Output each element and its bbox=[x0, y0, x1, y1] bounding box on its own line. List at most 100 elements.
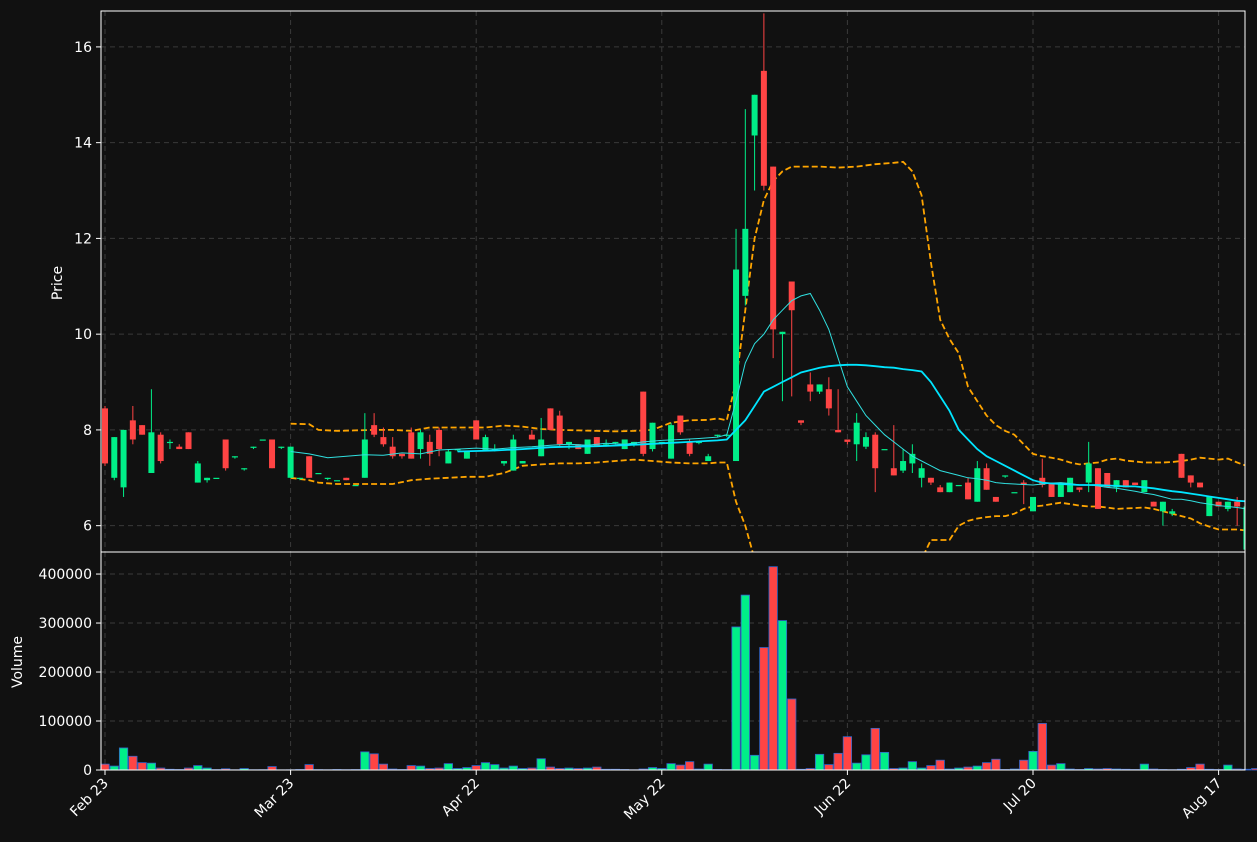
candle-body bbox=[129, 420, 136, 440]
candle-body bbox=[983, 468, 990, 490]
candle-body bbox=[798, 420, 804, 423]
volume-bar bbox=[146, 762, 156, 771]
volume-bar bbox=[833, 752, 843, 771]
candle-body bbox=[881, 449, 888, 451]
candle-body bbox=[482, 437, 489, 452]
candle-body bbox=[250, 446, 257, 448]
volume-bar bbox=[907, 761, 917, 771]
volume-y-tick-label: 200000 bbox=[39, 665, 92, 681]
volume-bar bbox=[1056, 763, 1066, 771]
volume-bar bbox=[731, 626, 741, 771]
candle-body bbox=[788, 281, 795, 311]
candle-body bbox=[965, 482, 972, 500]
candle-body bbox=[204, 477, 211, 481]
candle-body bbox=[1085, 463, 1092, 483]
volume-bar bbox=[824, 764, 834, 771]
candle-body bbox=[510, 439, 517, 471]
candle-body bbox=[231, 456, 238, 458]
candle-body bbox=[955, 484, 962, 487]
candle-body bbox=[714, 434, 721, 436]
candle-body bbox=[361, 439, 368, 478]
candle-body bbox=[918, 468, 925, 478]
volume-bar bbox=[304, 764, 314, 771]
candle-body bbox=[927, 477, 934, 483]
volume-y-tick-label: 300000 bbox=[39, 616, 92, 632]
volume-bar bbox=[1046, 764, 1057, 771]
candle-body bbox=[751, 94, 758, 136]
candle-body bbox=[779, 331, 786, 335]
volume-bar bbox=[369, 753, 379, 771]
candle-body bbox=[352, 484, 359, 487]
candle-body bbox=[1178, 453, 1185, 478]
volume-bar bbox=[1223, 764, 1233, 771]
candle-body bbox=[111, 437, 118, 478]
volume-bar bbox=[777, 620, 788, 771]
candle-body bbox=[807, 384, 814, 392]
volume-bar bbox=[118, 747, 129, 771]
candle-body bbox=[408, 432, 415, 459]
candle-body bbox=[324, 477, 331, 479]
candle-body bbox=[890, 468, 897, 476]
volume-bar bbox=[378, 763, 389, 771]
volume-bar bbox=[1251, 768, 1257, 771]
candle-body bbox=[862, 437, 869, 447]
price-y-tick-label: 8 bbox=[83, 423, 92, 439]
candle-body bbox=[334, 480, 340, 482]
price-y-tick-label: 14 bbox=[74, 136, 92, 152]
candle-body bbox=[473, 420, 480, 440]
candle-body bbox=[306, 456, 313, 478]
candle-body bbox=[120, 429, 127, 488]
volume-bar bbox=[1139, 763, 1149, 771]
candle-body bbox=[825, 389, 832, 409]
candle-body bbox=[992, 496, 999, 502]
volume-bar bbox=[109, 765, 119, 771]
price-y-tick-label: 10 bbox=[74, 327, 92, 343]
candle-body bbox=[677, 415, 684, 433]
candle-body bbox=[872, 434, 879, 469]
volume-y-tick-label: 0 bbox=[83, 763, 92, 779]
candle-body bbox=[185, 432, 192, 450]
volume-bar bbox=[480, 762, 491, 771]
volume-bar bbox=[879, 751, 890, 771]
volume-bar bbox=[935, 759, 945, 771]
candle-body bbox=[296, 477, 303, 479]
volume-bar bbox=[360, 751, 370, 771]
volume-bar bbox=[814, 753, 825, 771]
volume-bar bbox=[137, 762, 147, 771]
candle-body bbox=[371, 425, 378, 435]
candle-body bbox=[686, 441, 693, 454]
candle-body bbox=[1141, 480, 1148, 493]
candle-body bbox=[157, 434, 164, 462]
volume-axis-label: Volume bbox=[10, 636, 26, 688]
candle-body bbox=[463, 451, 470, 459]
candle-body bbox=[937, 487, 944, 493]
candle-body bbox=[501, 461, 508, 464]
candle-body bbox=[380, 437, 387, 445]
candle-body bbox=[770, 166, 777, 330]
volume-bar bbox=[415, 765, 426, 771]
candle-body bbox=[1187, 475, 1194, 483]
chart-background bbox=[0, 0, 1257, 842]
candle-body bbox=[1132, 482, 1139, 485]
candle-body bbox=[946, 482, 953, 493]
candle-body bbox=[816, 384, 823, 392]
candle-body bbox=[649, 422, 656, 450]
volume-bar bbox=[685, 761, 695, 771]
candle-body bbox=[166, 441, 173, 444]
candle-body bbox=[1150, 501, 1157, 507]
candle-body bbox=[760, 70, 767, 186]
candle-body bbox=[176, 446, 183, 450]
volume-bar bbox=[666, 763, 676, 771]
candle-body bbox=[900, 461, 907, 471]
volume-y-tick-label: 100000 bbox=[39, 714, 92, 730]
volume-bar bbox=[406, 765, 416, 771]
candle-body bbox=[417, 432, 424, 450]
price-axis-label: Price bbox=[50, 266, 66, 300]
candle-body bbox=[436, 429, 443, 450]
candle-body bbox=[343, 477, 350, 481]
stock-chart: 6 8 10 12 14 16 Price 0 100000 200000 300000 4000… bbox=[0, 0, 1257, 842]
candle-body bbox=[1030, 496, 1036, 512]
volume-bar bbox=[1037, 723, 1047, 771]
candle-body bbox=[139, 425, 146, 435]
volume-bar bbox=[842, 736, 853, 771]
